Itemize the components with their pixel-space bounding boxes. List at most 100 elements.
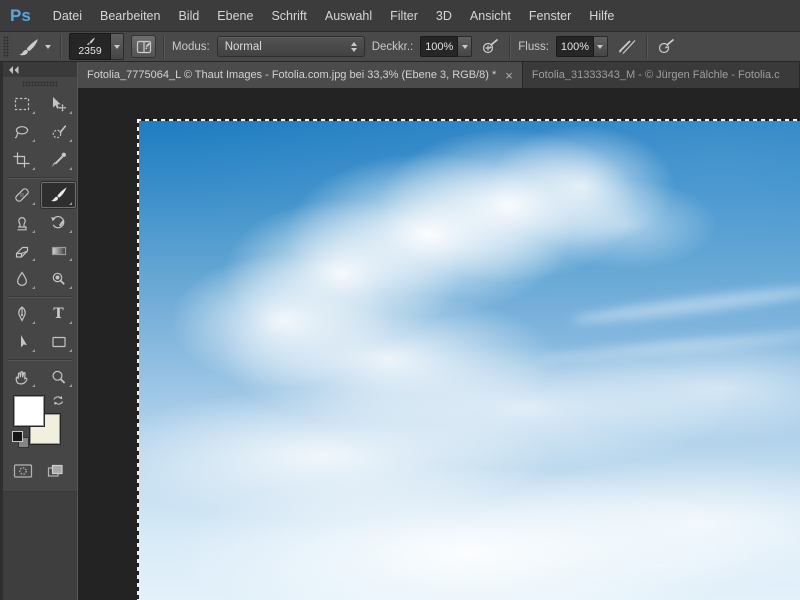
history-brush-icon	[50, 215, 64, 229]
screen-mode-icon[interactable]	[46, 463, 65, 479]
separator	[163, 34, 165, 59]
tool-lasso[interactable]	[3, 118, 40, 146]
default-colors-icon[interactable]	[12, 431, 29, 448]
tool-dodge[interactable]	[40, 265, 77, 293]
tool-rectangle-shape[interactable]	[40, 328, 77, 356]
tool-gradient[interactable]	[40, 237, 77, 265]
tab-document-1[interactable]: Fotolia_7775064_L © Thaut Images - Fotol…	[78, 62, 523, 88]
tablet-pressure-size-icon	[658, 38, 675, 54]
pressure-size-toggle[interactable]	[655, 38, 678, 55]
quick-mask-icon[interactable]	[13, 463, 33, 479]
options-bar-grip[interactable]	[3, 35, 9, 58]
brush-panel-icon	[136, 40, 151, 53]
workspace: Fotolia_7775064_L © Thaut Images - Fotol…	[78, 62, 800, 600]
brush-preset-dropdown-button[interactable]	[111, 33, 124, 60]
tool-grid: T	[3, 90, 77, 391]
tab-document-2[interactable]: Fotolia_31333343_M - © Jürgen Fälchle - …	[522, 62, 800, 88]
pressure-opacity-toggle[interactable]	[479, 38, 502, 55]
tool-move[interactable]	[40, 90, 77, 118]
lasso-icon	[14, 126, 28, 139]
flow-dropdown-button[interactable]	[593, 36, 608, 57]
menu-datei[interactable]: Datei	[44, 9, 91, 23]
separator	[60, 34, 62, 59]
tool-quick-selection[interactable]	[40, 118, 77, 146]
tablet-pressure-opacity-icon	[483, 38, 499, 54]
tool-spot-healing-brush[interactable]	[3, 181, 40, 209]
brush-tool-preset[interactable]	[16, 38, 53, 56]
menu-hilfe[interactable]: Hilfe	[580, 9, 623, 23]
tool-type[interactable]: T	[40, 300, 77, 328]
panel-dock-empty	[3, 491, 77, 600]
rectangle-icon	[51, 336, 66, 348]
panel-grip[interactable]	[3, 77, 77, 90]
tool-pen[interactable]	[3, 300, 40, 328]
swap-colors-icon[interactable]	[51, 394, 66, 412]
brush-size-value: 2359	[78, 44, 102, 57]
foreground-color-swatch[interactable]	[13, 395, 45, 427]
menu-ebene[interactable]: Ebene	[208, 9, 262, 23]
water-drop-icon	[16, 271, 27, 286]
tool-crop[interactable]	[3, 146, 40, 174]
chevron-down-icon	[597, 44, 604, 49]
brush-preset-picker[interactable]: 2359	[69, 33, 124, 60]
blend-mode-select[interactable]: Normal	[216, 36, 365, 57]
tool-hand[interactable]	[3, 363, 40, 391]
opacity-dropdown[interactable]: 100%	[420, 36, 473, 57]
canvas-surround[interactable]	[78, 88, 800, 600]
separator	[645, 34, 648, 59]
document-tab-bar: Fotolia_7775064_L © Thaut Images - Fotol…	[78, 62, 800, 88]
tool-brush[interactable]	[40, 181, 77, 209]
flow-dropdown[interactable]: 100%	[555, 36, 608, 57]
menu-filter[interactable]: Filter	[381, 9, 427, 23]
tool-eraser[interactable]	[3, 237, 40, 265]
tool-rectangular-marquee[interactable]	[3, 90, 40, 118]
gradient-icon	[51, 246, 66, 256]
toolbar-separator	[3, 293, 77, 300]
toggle-brush-panel-button[interactable]	[131, 35, 156, 58]
tool-history-brush[interactable]	[40, 209, 77, 237]
tab-title: Fotolia_31333343_M - © Jürgen Fälchle - …	[531, 69, 780, 81]
menu-3d[interactable]: 3D	[427, 9, 461, 23]
marquee-icon	[14, 97, 29, 111]
menu-auswahl[interactable]: Auswahl	[316, 9, 381, 23]
tool-blur[interactable]	[3, 265, 40, 293]
separator	[509, 34, 512, 59]
tools-panel: T	[0, 62, 78, 600]
menu-fenster[interactable]: Fenster	[520, 9, 580, 23]
menu-bearbeiten[interactable]: Bearbeiten	[91, 9, 169, 23]
color-swatches	[3, 394, 77, 454]
tool-options-bar: 2359 Modus: Normal Deckkr.: 100% Fluss: …	[0, 32, 800, 62]
selection-marching-ants-left	[137, 119, 139, 600]
opacity-label: Deckkr.:	[371, 40, 414, 53]
collapse-panel-button[interactable]	[3, 62, 77, 77]
double-left-arrows-icon	[9, 65, 19, 74]
eyedropper-icon	[51, 152, 66, 167]
magnifier-icon	[51, 370, 65, 384]
brush-icon	[19, 38, 38, 55]
chevron-down-icon	[461, 44, 468, 49]
menu-schrift[interactable]: Schrift	[262, 9, 315, 23]
menu-bild[interactable]: Bild	[169, 9, 208, 23]
tool-clone-stamp[interactable]	[3, 209, 40, 237]
tool-zoom[interactable]	[40, 363, 77, 391]
airbrush-icon	[618, 40, 636, 54]
menu-ansicht[interactable]: Ansicht	[461, 9, 520, 23]
tool-eyedropper[interactable]	[40, 146, 77, 174]
toolbar-bottom-controls	[3, 458, 77, 484]
dodge-icon	[52, 272, 65, 285]
tool-path-selection[interactable]	[3, 328, 40, 356]
hand-icon	[15, 370, 28, 385]
mode-label: Modus:	[172, 40, 210, 53]
clone-stamp-icon	[17, 217, 27, 231]
airbrush-toggle[interactable]	[615, 38, 639, 55]
toolbar-separator	[3, 174, 77, 181]
flow-label: Fluss:	[518, 40, 549, 53]
flow-value: 100%	[555, 36, 594, 57]
opacity-value: 100%	[420, 36, 459, 57]
document-canvas[interactable]	[137, 119, 800, 600]
type-tool-glyph: T	[53, 306, 64, 322]
close-icon[interactable]: ×	[505, 69, 513, 82]
move-icon	[53, 97, 67, 112]
opacity-dropdown-button[interactable]	[458, 36, 473, 57]
clouds	[137, 119, 800, 600]
